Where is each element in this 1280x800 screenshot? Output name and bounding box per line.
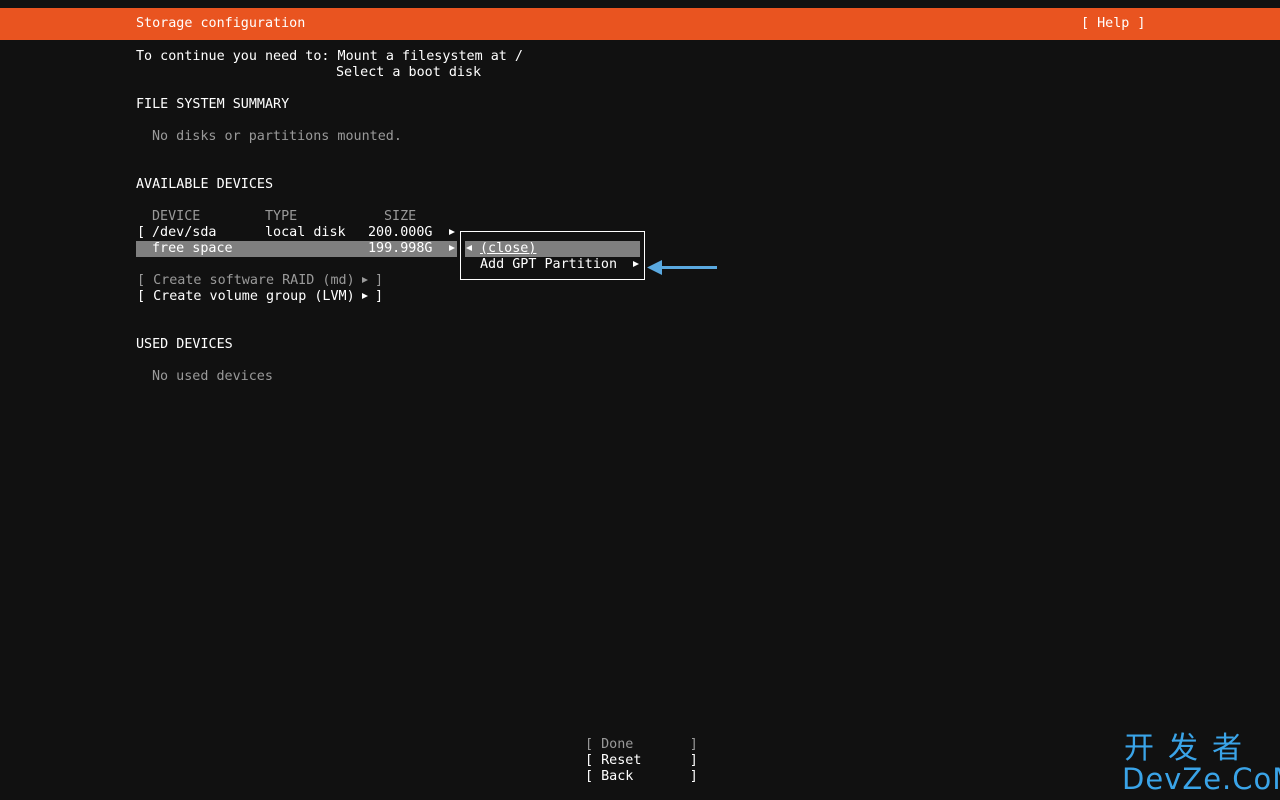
device-name: free space bbox=[152, 241, 233, 256]
annotation-arrow-icon bbox=[647, 260, 717, 275]
arrow-left-icon bbox=[466, 245, 472, 251]
used-devices-heading: USED DEVICES bbox=[136, 337, 233, 352]
arrow-right-icon bbox=[633, 261, 639, 267]
menu-item-close[interactable]: (close) bbox=[480, 241, 536, 257]
column-header-size: SIZE bbox=[384, 209, 417, 224]
watermark-text-en: DevZe.CoM bbox=[1122, 762, 1280, 796]
used-devices-empty: No used devices bbox=[152, 369, 273, 384]
intro-line-1: To continue you need to: Mount a filesys… bbox=[136, 49, 523, 64]
action-bracket-close: ] bbox=[375, 289, 384, 304]
column-header-device: DEVICE bbox=[152, 209, 201, 224]
help-button[interactable]: [ Help ] bbox=[1081, 16, 1146, 32]
watermark-text-cn: 开发者 bbox=[1124, 731, 1256, 766]
device-type: local disk bbox=[265, 225, 346, 240]
row-bracket: [ bbox=[137, 225, 146, 240]
done-button[interactable]: [ Done ] bbox=[585, 737, 698, 753]
action-bracket-close: ] bbox=[375, 273, 384, 288]
header-bar: Storage configuration [ Help ] bbox=[0, 8, 1280, 40]
file-system-summary-heading: FILE SYSTEM SUMMARY bbox=[136, 97, 290, 112]
device-name: /dev/sda bbox=[152, 225, 217, 240]
watermark-logo: 开发者 DevZe.CoM bbox=[1120, 732, 1280, 798]
reset-button[interactable]: [ Reset ] bbox=[585, 753, 698, 769]
file-system-summary-empty: No disks or partitions mounted. bbox=[152, 129, 402, 144]
expand-arrow-icon[interactable] bbox=[449, 229, 455, 235]
arrow-right-icon bbox=[362, 277, 368, 283]
expand-arrow-icon[interactable] bbox=[449, 245, 455, 251]
available-devices-heading: AVAILABLE DEVICES bbox=[136, 177, 274, 192]
page-title: Storage configuration bbox=[136, 16, 306, 31]
intro-line-2: Select a boot disk bbox=[336, 65, 482, 80]
action-label: [ Create software RAID (md) bbox=[137, 273, 355, 288]
device-size: 200.000G bbox=[368, 225, 433, 240]
action-label: [ Create volume group (LVM) bbox=[137, 289, 355, 304]
device-size: 199.998G bbox=[368, 241, 433, 256]
column-header-type: TYPE bbox=[265, 209, 298, 224]
device-action-menu: (close) Add GPT Partition bbox=[460, 231, 645, 280]
arrow-right-icon bbox=[362, 293, 368, 299]
back-button[interactable]: [ Back ] bbox=[585, 769, 698, 785]
menu-item-add-gpt-partition[interactable]: Add GPT Partition bbox=[480, 257, 617, 273]
